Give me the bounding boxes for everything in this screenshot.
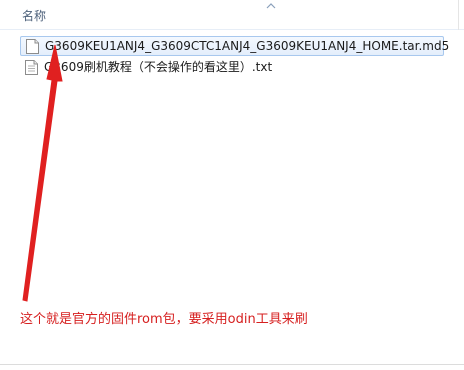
column-divider[interactable] bbox=[458, 0, 459, 30]
document-icon bbox=[26, 39, 39, 54]
file-row-txt[interactable]: G3609刷机教程（不会操作的看这里）.txt bbox=[20, 58, 280, 78]
file-row-md5[interactable]: G3609KEU1ANJ4_G3609CTC1ANJ4_G3609KEU1ANJ… bbox=[20, 36, 449, 56]
divider bbox=[0, 364, 464, 365]
text-file-icon bbox=[25, 60, 38, 75]
annotation-text: 这个就是官方的固件rom包，要采用odin工具来刷 bbox=[20, 312, 308, 327]
file-name: G3609KEU1ANJ4_G3609CTC1ANJ4_G3609KEU1ANJ… bbox=[45, 39, 450, 53]
file-name: G3609刷机教程（不会操作的看这里）.txt bbox=[44, 60, 273, 74]
name-column-header[interactable]: 名称 bbox=[22, 9, 46, 23]
column-header: 名称 bbox=[0, 0, 464, 30]
sort-ascending-icon bbox=[266, 3, 276, 9]
